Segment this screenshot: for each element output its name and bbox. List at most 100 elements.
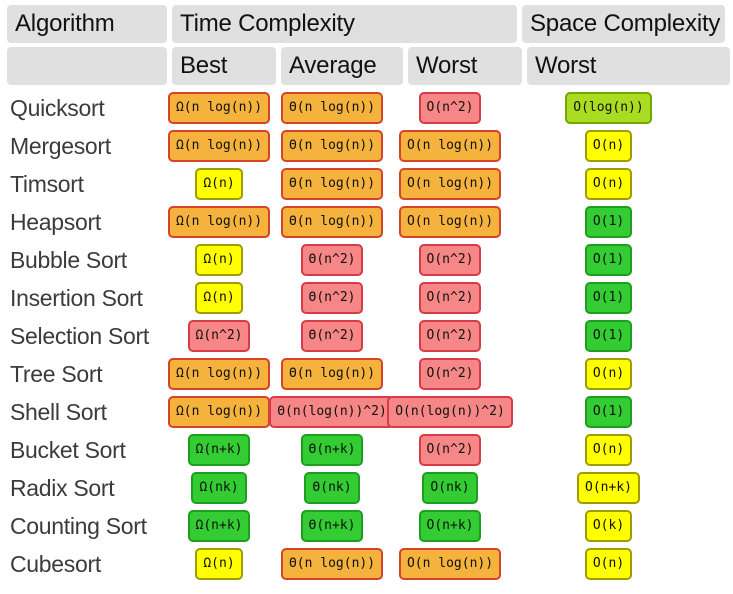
- complexity-table: Algorithm Time Complexity Space Complexi…: [0, 0, 733, 594]
- algorithm-name: Tree Sort: [7, 361, 167, 388]
- cell-space: O(1): [507, 203, 710, 241]
- algorithm-name: Shell Sort: [7, 399, 167, 426]
- complexity-badge-space: O(n): [585, 168, 632, 200]
- cell-best: Ω(n log(n)): [167, 203, 271, 241]
- cell-space: O(1): [507, 279, 710, 317]
- algorithm-name: Timsort: [7, 171, 167, 198]
- complexity-badge-average: Θ(n log(n)): [281, 168, 383, 200]
- complexity-badge-worst: O(n^2): [419, 434, 482, 466]
- algorithm-name: Quicksort: [7, 95, 167, 122]
- cell-worst: O(n^2): [393, 431, 507, 469]
- complexity-badge-worst: O(n log(n)): [399, 168, 501, 200]
- complexity-badge-average: Θ(n+k): [301, 434, 364, 466]
- table-row: Insertion Sort Ω(n) Θ(n^2) O(n^2) O(1): [7, 279, 726, 317]
- complexity-badge-best: Ω(n^2): [188, 320, 251, 352]
- complexity-badge-best: Ω(n+k): [188, 510, 251, 542]
- cell-space: O(n): [507, 165, 710, 203]
- cell-worst: O(n^2): [393, 317, 507, 355]
- cell-average: Θ(nk): [271, 469, 393, 507]
- complexity-badge-average: Θ(n+k): [301, 510, 364, 542]
- cell-space: O(1): [507, 241, 710, 279]
- cell-best: Ω(n log(n)): [167, 355, 271, 393]
- cell-space: O(n): [507, 545, 710, 583]
- cell-worst: O(n log(n)): [393, 203, 507, 241]
- table-row: Bubble Sort Ω(n) Θ(n^2) O(n^2) O(1): [7, 241, 726, 279]
- cell-average: Θ(n log(n)): [271, 203, 393, 241]
- cell-average: Θ(n+k): [271, 507, 393, 545]
- complexity-badge-space: O(log(n)): [565, 92, 651, 124]
- complexity-badge-space: O(k): [585, 510, 632, 542]
- algorithm-name: Cubesort: [7, 551, 167, 578]
- cell-best: Ω(n): [167, 241, 271, 279]
- header-row-subcolumns: Best Average Worst Worst: [7, 47, 726, 85]
- complexity-badge-worst: O(n log(n)): [399, 206, 501, 238]
- complexity-badge-average: Θ(n^2): [301, 320, 364, 352]
- complexity-badge-best: Ω(n log(n)): [168, 358, 270, 390]
- header-time-complexity: Time Complexity: [172, 5, 517, 43]
- algorithm-name: Bucket Sort: [7, 437, 167, 464]
- cell-worst: O(n(log(n))^2): [393, 393, 507, 431]
- complexity-badge-space: O(n): [585, 548, 632, 580]
- complexity-badge-space: O(1): [585, 206, 632, 238]
- algorithm-name: Bubble Sort: [7, 247, 167, 274]
- complexity-badge-worst: O(n^2): [419, 320, 482, 352]
- algorithm-name: Radix Sort: [7, 475, 167, 502]
- cell-average: Θ(n log(n)): [271, 127, 393, 165]
- header-algorithm: Algorithm: [7, 5, 167, 43]
- cell-average: Θ(n log(n)): [271, 545, 393, 583]
- cell-space: O(n+k): [507, 469, 710, 507]
- complexity-badge-average: Θ(n log(n)): [281, 130, 383, 162]
- complexity-badge-worst: O(n^2): [419, 282, 482, 314]
- complexity-badge-average: Θ(n log(n)): [281, 548, 383, 580]
- cell-best: Ω(nk): [167, 469, 271, 507]
- cell-worst: O(n^2): [393, 355, 507, 393]
- table-row: Selection Sort Ω(n^2) Θ(n^2) O(n^2) O(1): [7, 317, 726, 355]
- header-average: Average: [281, 47, 403, 85]
- cell-worst: O(n log(n)): [393, 165, 507, 203]
- cell-best: Ω(n log(n)): [167, 127, 271, 165]
- cell-space: O(k): [507, 507, 710, 545]
- table-row: CubesortΩ(n)Θ(n log(n))O(n log(n))O(n): [7, 545, 726, 583]
- complexity-badge-average: Θ(n^2): [301, 244, 364, 276]
- complexity-badge-best: Ω(n): [195, 168, 242, 200]
- header-best: Best: [172, 47, 276, 85]
- complexity-badge-best: Ω(n): [195, 282, 242, 314]
- cell-space: O(n): [507, 355, 710, 393]
- table-row: Bucket SortΩ(n+k) Θ(n+k) O(n^2) O(n): [7, 431, 726, 469]
- cell-average: Θ(n log(n)): [271, 165, 393, 203]
- header-worst: Worst: [408, 47, 522, 85]
- complexity-badge-average: Θ(n log(n)): [281, 206, 383, 238]
- table-header: Algorithm Time Complexity Space Complexi…: [0, 0, 733, 85]
- table-row: QuicksortΩ(n log(n))Θ(n log(n))O(n^2)O(l…: [7, 89, 726, 127]
- header-space-worst: Worst: [527, 47, 730, 85]
- cell-average: Θ(n+k): [271, 431, 393, 469]
- algorithm-name: Insertion Sort: [7, 285, 167, 312]
- complexity-badge-best: Ω(n): [195, 244, 242, 276]
- cell-best: Ω(n+k): [167, 507, 271, 545]
- complexity-badge-space: O(n+k): [577, 472, 640, 504]
- complexity-badge-worst: O(n^2): [419, 244, 482, 276]
- cell-best: Ω(n log(n)): [167, 393, 271, 431]
- cell-average: Θ(n^2): [271, 279, 393, 317]
- table-row: HeapsortΩ(n log(n))Θ(n log(n))O(n log(n)…: [7, 203, 726, 241]
- complexity-badge-space: O(1): [585, 320, 632, 352]
- cell-best: Ω(n): [167, 165, 271, 203]
- algorithm-name: Mergesort: [7, 133, 167, 160]
- complexity-badge-average: Θ(n(log(n))^2): [269, 396, 395, 428]
- cell-space: O(n): [507, 431, 710, 469]
- complexity-badge-best: Ω(n): [195, 548, 242, 580]
- header-algorithm-blank: [7, 47, 167, 85]
- cell-space: O(log(n)): [507, 89, 710, 127]
- complexity-badge-space: O(n): [585, 358, 632, 390]
- cell-worst: O(n+k): [393, 507, 507, 545]
- complexity-badge-best: Ω(n log(n)): [168, 130, 270, 162]
- complexity-badge-worst: O(n^2): [419, 92, 482, 124]
- cell-average: Θ(n log(n)): [271, 89, 393, 127]
- cell-best: Ω(n+k): [167, 431, 271, 469]
- complexity-badge-average: Θ(n log(n)): [281, 92, 383, 124]
- algorithm-name: Selection Sort: [7, 323, 167, 350]
- table-row: Counting SortΩ(n+k)Θ(n+k)O(n+k)O(k): [7, 507, 726, 545]
- cell-worst: O(n log(n)): [393, 127, 507, 165]
- complexity-badge-worst: O(n(log(n))^2): [387, 396, 513, 428]
- header-space-complexity: Space Complexity: [522, 5, 725, 43]
